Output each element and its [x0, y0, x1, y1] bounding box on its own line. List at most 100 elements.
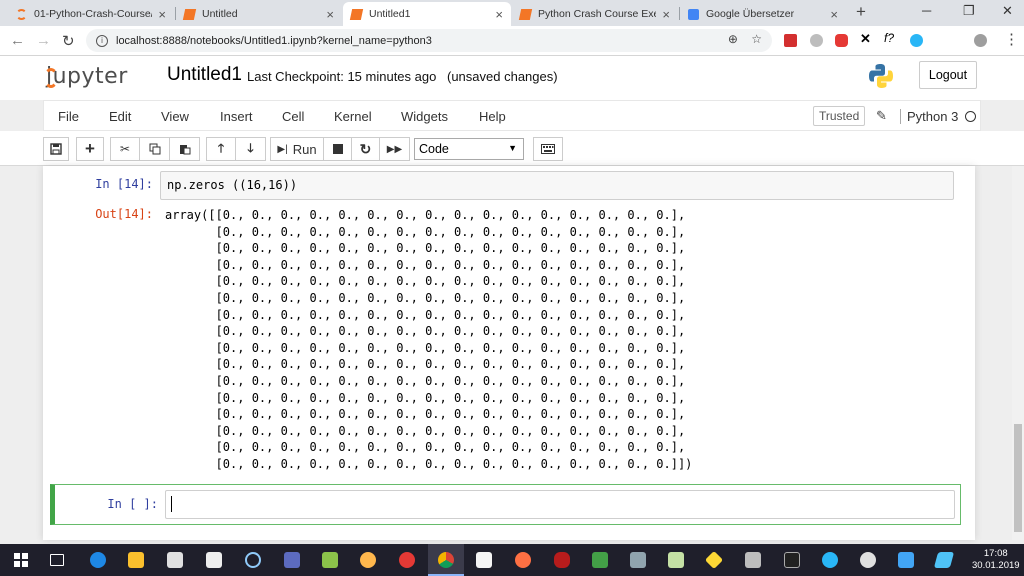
step-forward-icon: ▶|: [277, 143, 288, 155]
vnc-icon[interactable]: [476, 552, 492, 568]
zoom-icon[interactable]: ⊕: [728, 32, 738, 46]
interrupt-button[interactable]: [324, 137, 352, 161]
extension-youtube-icon[interactable]: [835, 34, 848, 47]
media-app-icon[interactable]: [245, 552, 261, 568]
restart-button[interactable]: ↻: [352, 137, 380, 161]
extension-function-icon[interactable]: f?: [884, 31, 897, 45]
menu-kernel[interactable]: Kernel: [334, 109, 372, 124]
tab-close-icon[interactable]: ×: [830, 7, 838, 22]
selected-code-cell[interactable]: In [ ]:: [50, 484, 961, 525]
browser-tab-2[interactable]: Untitled ×: [176, 2, 342, 26]
browser-tab-5[interactable]: Google Übersetzer ×: [680, 2, 846, 26]
input-prompt: In [ ]:: [107, 497, 158, 511]
extension-link-icon[interactable]: [910, 34, 923, 47]
chart-app-icon[interactable]: [668, 552, 684, 568]
url-text: localhost:8888/notebooks/Untitled1.ipynb…: [116, 34, 432, 47]
spreadsheet-icon[interactable]: [592, 552, 608, 568]
page-scrollbar[interactable]: [1012, 166, 1024, 540]
document-app-icon[interactable]: [898, 552, 914, 568]
pencil-icon[interactable]: ✎: [876, 108, 887, 124]
move-down-button[interactable]: 🡓: [236, 137, 266, 161]
app-n-icon[interactable]: [284, 552, 300, 568]
new-tab-button[interactable]: +: [856, 2, 866, 22]
extension-cross-icon[interactable]: ✕: [860, 31, 873, 46]
url-field[interactable]: i localhost:8888/notebooks/Untitled1.ipy…: [86, 29, 772, 52]
menu-view[interactable]: View: [161, 109, 189, 124]
maximize-icon[interactable]: ❐: [963, 3, 975, 19]
notebook-favicon-icon: [182, 8, 197, 20]
notebook-toolbar: + ✂ 🡑 🡓 ▶| Run ↻ ▶▶ Code ▼: [0, 131, 1024, 166]
browser-tab-4[interactable]: Python Crash Course Exercis ×: [512, 2, 678, 26]
gem-app-icon[interactable]: [704, 550, 724, 570]
store-icon[interactable]: [167, 552, 183, 568]
move-up-button[interactable]: 🡑: [206, 137, 236, 161]
cut-button[interactable]: ✂: [110, 137, 140, 161]
network-app-icon[interactable]: [360, 552, 376, 568]
notebook-name[interactable]: Untitled1: [167, 64, 242, 86]
mail-icon[interactable]: [206, 552, 222, 568]
window-close-icon[interactable]: ✕: [1002, 3, 1013, 19]
green-app-icon[interactable]: [322, 552, 338, 568]
kernel-name: Python 3: [900, 109, 958, 124]
photo-app-icon[interactable]: [745, 552, 761, 568]
browser-menu-icon[interactable]: ⋮: [1004, 30, 1019, 48]
tab-close-icon[interactable]: ×: [495, 7, 503, 22]
restart-run-all-button[interactable]: ▶▶: [380, 137, 410, 161]
cell-type-select[interactable]: Code ▼: [414, 138, 524, 160]
firefox-icon[interactable]: [515, 552, 531, 568]
menu-widgets[interactable]: Widgets: [401, 109, 448, 124]
browser-tab-3-active[interactable]: Untitled1 ×: [343, 2, 511, 26]
terminal-icon[interactable]: [784, 552, 800, 568]
windows-start-icon[interactable]: [14, 553, 28, 567]
logout-button[interactable]: Logout: [919, 61, 977, 89]
menu-insert[interactable]: Insert: [220, 109, 253, 124]
tab-title: 01-Python-Crash-Course/: [34, 8, 153, 20]
text-cursor: [171, 496, 172, 512]
opera-icon[interactable]: [399, 552, 415, 568]
save-button[interactable]: [43, 137, 69, 161]
menu-help[interactable]: Help: [479, 109, 506, 124]
command-palette-button[interactable]: [533, 137, 563, 161]
code-cell[interactable]: In [14]: np.zeros ((16,16)) Out[14]: arr…: [43, 166, 975, 476]
jupyter-logo[interactable]: jupyter: [44, 64, 128, 89]
sync-app-icon[interactable]: [822, 552, 838, 568]
menu-file[interactable]: File: [58, 109, 79, 124]
settings-app-icon[interactable]: [630, 552, 646, 568]
forward-arrow-icon[interactable]: →: [36, 32, 51, 49]
tab-close-icon[interactable]: ×: [662, 7, 670, 22]
kernel-idle-icon: [965, 111, 976, 122]
scrollbar-thumb[interactable]: [1014, 424, 1022, 532]
minimize-icon[interactable]: ─: [922, 3, 931, 18]
code-input-area[interactable]: [165, 490, 955, 519]
menu-edit[interactable]: Edit: [109, 109, 131, 124]
copy-button[interactable]: [140, 137, 170, 161]
taskbar-clock[interactable]: 17:08 30.01.2019: [972, 548, 1020, 572]
autosave-status: (unsaved changes): [447, 69, 558, 84]
code-input-area[interactable]: np.zeros ((16,16)): [160, 171, 954, 200]
tab-close-icon[interactable]: ×: [158, 7, 166, 22]
file-explorer-icon[interactable]: [128, 552, 144, 568]
insert-cell-button[interactable]: +: [76, 137, 104, 161]
paste-button[interactable]: [170, 137, 200, 161]
run-button[interactable]: ▶| Run: [270, 137, 324, 161]
tab-close-icon[interactable]: ×: [326, 7, 334, 22]
arrow-down-icon: 🡓: [247, 140, 254, 155]
extension-cloud-icon[interactable]: [810, 34, 823, 47]
menu-cell[interactable]: Cell: [282, 109, 304, 124]
back-arrow-icon[interactable]: ←: [10, 32, 25, 49]
bug-app-icon[interactable]: [554, 552, 570, 568]
chrome-taskbar-button[interactable]: [428, 544, 464, 576]
paint-app-icon[interactable]: [860, 552, 876, 568]
info-icon[interactable]: i: [96, 34, 108, 47]
caret-down-icon: ▼: [508, 143, 517, 153]
task-view-icon[interactable]: [50, 554, 64, 566]
browser-tab-1[interactable]: 01-Python-Crash-Course/ ×: [8, 2, 174, 26]
trusted-indicator[interactable]: Trusted: [813, 106, 866, 126]
reload-icon[interactable]: ↻: [62, 32, 75, 50]
notes-app-icon[interactable]: [933, 552, 955, 568]
extension-red-icon[interactable]: [784, 34, 797, 47]
tab-title: Untitled1: [369, 8, 411, 20]
bookmark-star-icon[interactable]: ☆: [751, 32, 762, 46]
edge-browser-icon[interactable]: [90, 552, 106, 568]
profile-icon[interactable]: [974, 34, 987, 47]
